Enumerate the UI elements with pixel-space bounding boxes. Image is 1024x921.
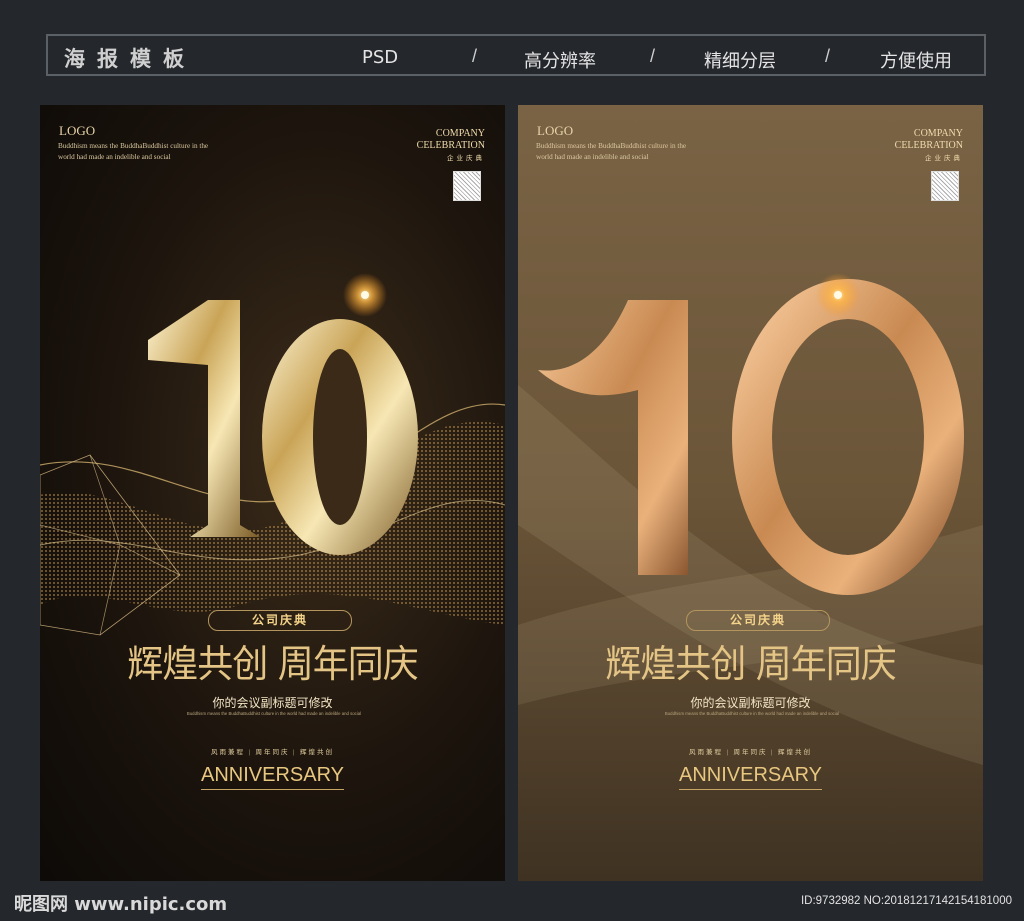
celebration-badge: 公司庆典 (686, 610, 830, 631)
anniversary-label: ANNIVERSARY (40, 764, 505, 790)
subtitle: 你的会议副标题可修改 (690, 696, 811, 710)
anniversary-text: ANNIVERSARY (200, 764, 344, 790)
anniversary-label: ANNIVERSARY (518, 764, 983, 790)
slogan: 风雨兼程 | 周年同庆 | 辉煌共创 (688, 749, 813, 756)
header-separator: / (650, 46, 656, 66)
company-cn-line: 企业庆典 (925, 155, 963, 162)
poster-bronze: LOGO Buddhism means the BuddhaBuddhist c… (518, 105, 983, 881)
qr-code-placeholder (931, 171, 959, 201)
anniversary-text: ANNIVERSARY (678, 764, 822, 790)
image-id-label: ID:9732982 NO:20181217142154181000 (800, 895, 1012, 907)
header-item-easy-use: 方便使用 (880, 51, 952, 72)
main-title: 辉煌共创 周年同庆 (127, 643, 418, 687)
qr-code-placeholder (453, 171, 481, 201)
celebration-line: CELEBRATION (416, 140, 485, 151)
header-item-resolution: 高分辨率 (524, 51, 596, 72)
company-celebration-label: COMPANY CELEBRATION 企业庆典 (895, 128, 963, 165)
header-item-layers: 精细分层 (704, 51, 776, 72)
header-separator: / (825, 46, 831, 66)
main-title: 辉煌共创 周年同庆 (605, 643, 896, 687)
poster-dark: LOGO Buddhism means the BuddhaBuddhist c… (40, 105, 505, 881)
template-header-bar: 海报模板 PSD / 高分辨率 / 精细分层 / 方便使用 (46, 34, 986, 76)
site-watermark: 昵图网 www.nipic.com (14, 894, 228, 915)
tagline-text: Buddhism means the BuddhaBuddhist cultur… (58, 142, 209, 161)
header-item-psd: PSD (362, 47, 399, 68)
header-separator: / (472, 46, 478, 66)
celebration-badge: 公司庆典 (208, 610, 352, 631)
subtitle: 你的会议副标题可修改 (212, 696, 333, 710)
logo-text: LOGO (59, 123, 96, 138)
fine-print: Buddhism means the BuddhaBuddhist cultur… (664, 711, 840, 716)
company-line: COMPANY (435, 128, 485, 139)
company-celebration-label: COMPANY CELEBRATION 企业庆典 (417, 128, 485, 165)
fine-print: Buddhism means the BuddhaBuddhist cultur… (186, 711, 362, 716)
company-line: COMPANY (913, 128, 963, 139)
tagline-text: Buddhism means the BuddhaBuddhist cultur… (536, 142, 687, 161)
slogan: 风雨兼程 | 周年同庆 | 辉煌共创 (210, 749, 335, 756)
celebration-line: CELEBRATION (894, 140, 963, 151)
company-cn-line: 企业庆典 (447, 155, 485, 162)
logo-text: LOGO (537, 123, 574, 138)
header-title: 海报模板 (64, 47, 196, 71)
